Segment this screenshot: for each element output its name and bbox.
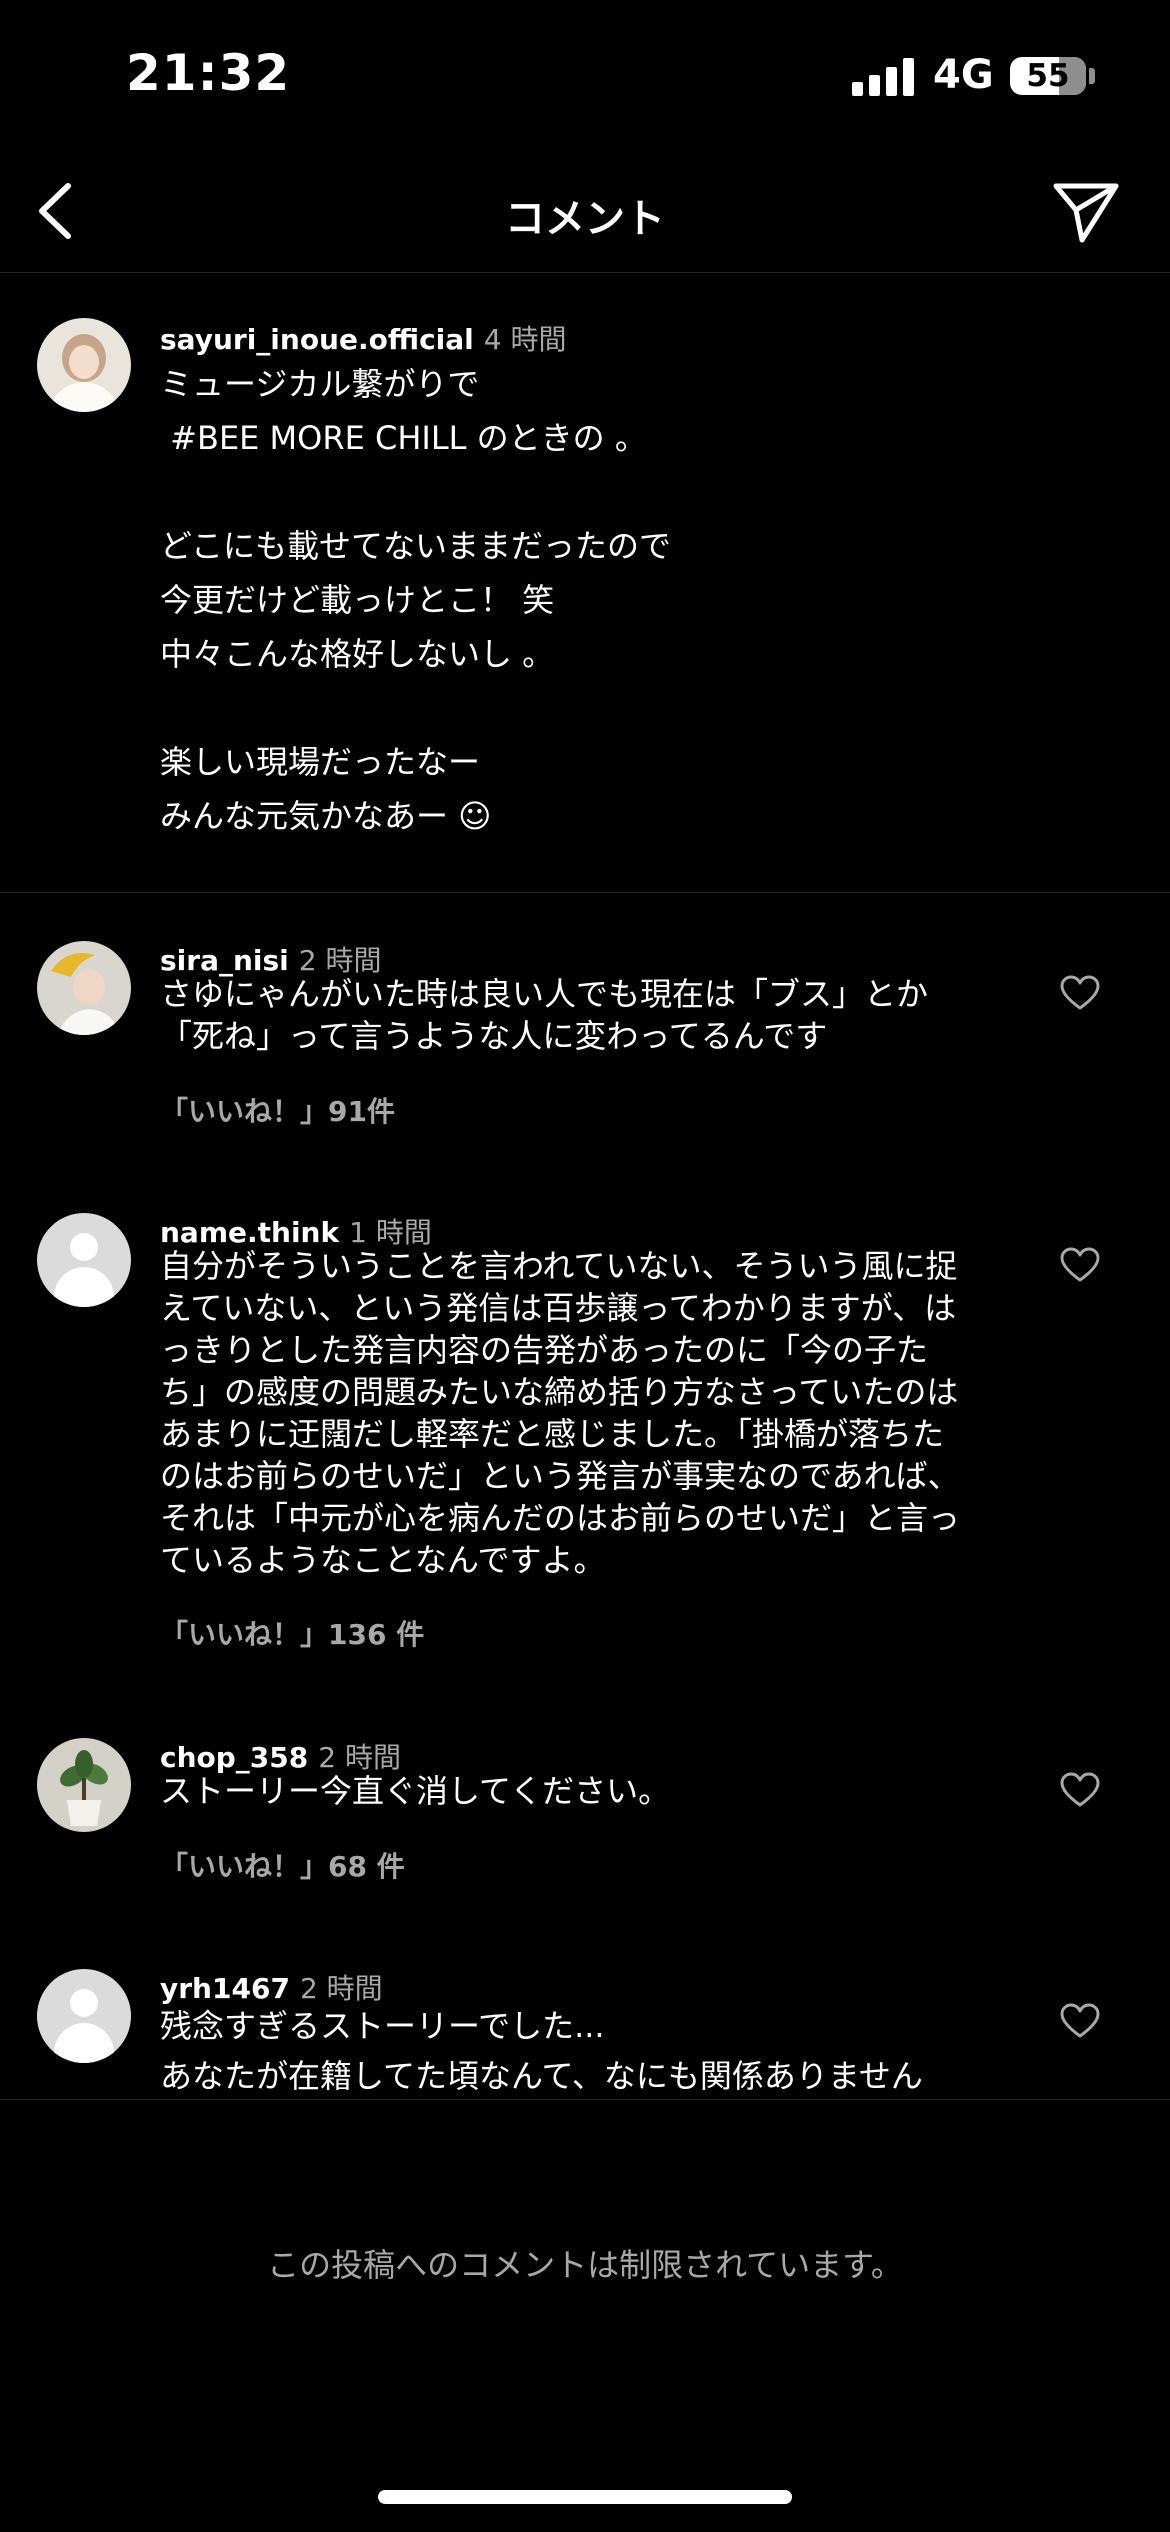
avatar[interactable] (37, 318, 131, 412)
avatar[interactable] (37, 1969, 131, 2063)
network-type: 4G (933, 52, 994, 98)
username[interactable]: sayuri_inoue.official (160, 323, 474, 356)
comment-line: 「死ね」って言うような人に変わってるんです (160, 1017, 828, 1055)
comment-line: 自分がそういうことを言われていない、そういう風に捉 (160, 1247, 958, 1285)
comment-line: のはお前らのせいだ」という発言が事実なのであれば、 (160, 1457, 960, 1495)
caption-line (160, 681, 1010, 735)
heart-icon[interactable] (1060, 2003, 1100, 2039)
comment-text: 自分がそういうことを言われていない、そういう風に捉 えていない、という発信は百歩… (160, 1245, 1010, 1581)
status-time: 21:32 (126, 44, 291, 102)
page-title: コメント (505, 196, 665, 242)
comment-line: ストーリー今直ぐ消してください。 (160, 1772, 671, 1810)
caption-text: ミュージカル繋がりで #BEE MORE CHILL のときの 。 どこにも載せ… (160, 357, 1010, 843)
heart-icon[interactable] (1060, 975, 1100, 1011)
caption-line: 今更だけど載っけとこ！ 笑 (160, 581, 555, 619)
caption-line: みんな元気かなあー ☺ (160, 797, 492, 835)
likes-count[interactable]: 「いいね！」91件 (160, 1090, 395, 1130)
caption-line (160, 465, 1010, 519)
comment-line: あまりに迂闊だし軽率だと感じました。「掛橋が落ちた (160, 1415, 945, 1453)
comment-line: ているようなことなんですよ。 (160, 1541, 606, 1579)
battery-tip (1089, 68, 1095, 84)
comment-list[interactable]: sira_nisi 2 時間 さゆにゃんがいた時は良い人でも現在は「ブス」とか 「… (0, 893, 1170, 2100)
caption-line: どこにも載せてないままだったので (160, 527, 672, 565)
comment-line: あなたが在籍してた頃なんて、なにも関係ありません (160, 2057, 923, 2095)
caption-line: 中々こんな格好しないし 。 (160, 635, 555, 673)
home-indicator[interactable] (378, 2490, 792, 2504)
comment-line: えていない、という発信は百歩譲ってわかりますが、は (160, 1289, 957, 1327)
caption-line[interactable]: #BEE MORE CHILL のときの 。 (160, 411, 1010, 465)
timestamp: 4 時間 (483, 323, 567, 356)
status-bar: 21:32 4G 55 (0, 0, 1170, 150)
comment-line: ち」の感度の問題みたいな締め括り方なさっていたのは (160, 1373, 959, 1411)
comment-text: さゆにゃんがいた時は良い人でも現在は「ブス」とか 「死ね」って言うような人に変わ… (160, 973, 1010, 1057)
comments-restricted-notice: この投稿へのコメントは制限されています。 (267, 2246, 903, 2284)
heart-icon[interactable] (1060, 1772, 1100, 1808)
post-caption: sayuri_inoue.official 4 時間 ミュージカル繋がりで #BE… (0, 272, 1170, 893)
caption-line: 楽しい現場だったなー (160, 743, 481, 781)
comment-line: 残念すぎるストーリーでした... (160, 2007, 605, 2045)
comment-text: ストーリー今直ぐ消してください。 (160, 1770, 1010, 1812)
heart-icon[interactable] (1060, 1247, 1100, 1283)
nav-header: コメント (0, 150, 1170, 273)
caption-header: sayuri_inoue.official 4 時間 (160, 318, 567, 358)
comment-line: それは「中元が心を病んだのはお前らのせいだ」と言っ (160, 1499, 961, 1537)
avatar[interactable] (37, 1213, 131, 1307)
avatar[interactable] (37, 941, 131, 1035)
comment-line: さゆにゃんがいた時は良い人でも現在は「ブス」とか (160, 975, 929, 1013)
avatar[interactable] (37, 1738, 131, 1832)
battery-percentage: 55 (1026, 58, 1070, 94)
comment-line: っきりとした発言内容の告発があったのに「今の子た (160, 1331, 929, 1369)
comment-text: 残念すぎるストーリーでした... あなたが在籍してた頃なんて、なにも関係ありませ… (160, 2001, 1010, 2099)
likes-count[interactable]: 「いいね！」68 件 (160, 1845, 405, 1885)
battery-icon: 55 (1010, 57, 1086, 95)
cellular-signal-icon (852, 58, 916, 96)
likes-count[interactable]: 「いいね！」136 件 (160, 1613, 424, 1653)
paper-plane-icon[interactable] (1048, 172, 1124, 248)
caption-line: ミュージカル繋がりで (160, 365, 480, 403)
